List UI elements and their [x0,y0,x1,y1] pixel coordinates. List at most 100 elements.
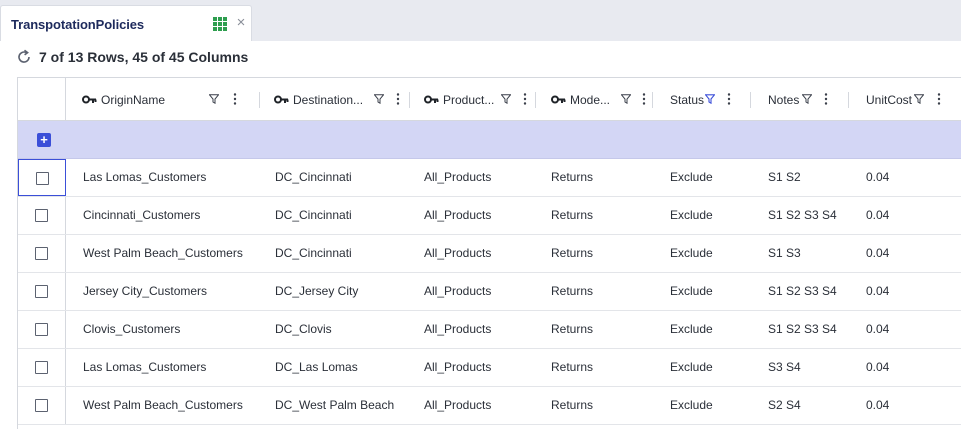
cell-notes[interactable]: S2 S4 [768,387,801,424]
cell-status[interactable]: Exclude [670,197,713,234]
column-header-mode[interactable]: Mode... [551,78,651,121]
cell-unit-cost[interactable]: 0.04 [866,387,889,424]
column-separator[interactable] [750,92,751,108]
cell-destination[interactable]: DC_Jersey City [275,273,358,310]
column-separator[interactable] [652,92,653,108]
cell-product[interactable]: All_Products [424,387,491,424]
filter-icon[interactable] [914,94,924,104]
cell-origin-name[interactable]: Cincinnati_Customers [83,197,200,234]
cell-unit-cost[interactable]: 0.04 [866,159,889,196]
cell-product[interactable]: All_Products [424,273,491,310]
row-select-cell[interactable] [18,159,66,196]
add-row-button[interactable]: + [37,133,51,147]
cell-status[interactable]: Exclude [670,273,713,310]
cell-destination[interactable]: DC_Cincinnati [275,159,352,196]
cell-product[interactable]: All_Products [424,197,491,234]
table-row[interactable]: West Palm Beach_Customers DC_West Palm B… [18,387,961,425]
column-separator[interactable] [259,92,260,108]
cell-origin-name[interactable]: Las Lomas_Customers [83,159,206,196]
table-row[interactable]: Las Lomas_Customers DC_Las Lomas All_Pro… [18,349,961,387]
table-row[interactable]: Jersey City_Customers DC_Jersey City All… [18,273,961,311]
cell-mode[interactable]: Returns [551,159,593,196]
column-separator[interactable] [409,92,410,108]
column-header-origin-name[interactable]: OriginName [82,78,257,121]
cell-origin-name[interactable]: Jersey City_Customers [83,273,207,310]
cell-destination[interactable]: DC_Cincinnati [275,197,352,234]
row-checkbox[interactable] [35,399,48,412]
filter-icon[interactable] [501,94,511,104]
cell-mode[interactable]: Returns [551,197,593,234]
column-header-product[interactable]: Product... [424,78,536,121]
tab-transportation-policies[interactable]: TranspotationPolicies × [0,5,252,41]
column-menu-icon[interactable] [727,93,731,105]
cell-product[interactable]: All_Products [424,235,491,272]
filter-icon[interactable] [802,94,812,104]
cell-destination[interactable]: DC_Cincinnati [275,235,352,272]
cell-destination[interactable]: DC_Clovis [275,311,332,348]
row-checkbox[interactable] [35,285,48,298]
cell-origin-name[interactable]: Clovis_Customers [83,311,180,348]
column-header-destination[interactable]: Destination... [274,78,409,121]
filter-active-icon[interactable] [705,94,715,104]
column-menu-icon[interactable] [523,93,527,105]
table-row[interactable]: Las Lomas_Customers DC_Cincinnati All_Pr… [18,159,961,197]
column-menu-icon[interactable] [233,93,237,105]
cell-unit-cost[interactable]: 0.04 [866,197,889,234]
column-menu-icon[interactable] [937,93,941,105]
cell-unit-cost[interactable]: 0.04 [866,235,889,272]
row-checkbox[interactable] [36,172,49,185]
cell-notes[interactable]: S1 S2 [768,159,801,196]
cell-mode[interactable]: Returns [551,349,593,386]
row-select-cell[interactable] [18,197,66,234]
column-header-status[interactable]: Status [670,78,750,121]
row-checkbox[interactable] [35,323,48,336]
row-select-cell[interactable] [18,387,66,424]
column-menu-icon[interactable] [642,93,646,105]
cell-notes[interactable]: S1 S2 S3 S4 [768,197,837,234]
close-icon[interactable]: × [234,14,248,32]
row-checkbox[interactable] [35,361,48,374]
cell-mode[interactable]: Returns [551,235,593,272]
cell-origin-name[interactable]: Las Lomas_Customers [83,349,206,386]
cell-unit-cost[interactable]: 0.04 [866,273,889,310]
column-header-notes[interactable]: Notes [768,78,848,121]
refresh-icon[interactable] [16,49,32,65]
row-select-cell[interactable] [18,349,66,386]
cell-status[interactable]: Exclude [670,387,713,424]
cell-unit-cost[interactable]: 0.04 [866,349,889,386]
cell-mode[interactable]: Returns [551,311,593,348]
column-header-unit-cost[interactable]: UnitCost [866,78,961,121]
cell-notes[interactable]: S1 S2 S3 S4 [768,273,837,310]
cell-product[interactable]: All_Products [424,159,491,196]
filter-icon[interactable] [621,94,631,104]
cell-notes[interactable]: S1 S2 S3 S4 [768,311,837,348]
cell-status[interactable]: Exclude [670,235,713,272]
row-select-cell[interactable] [18,273,66,310]
cell-origin-name[interactable]: West Palm Beach_Customers [83,235,243,272]
cell-status[interactable]: Exclude [670,311,713,348]
cell-status[interactable]: Exclude [670,159,713,196]
table-row[interactable]: West Palm Beach_Customers DC_Cincinnati … [18,235,961,273]
cell-origin-name[interactable]: West Palm Beach_Customers [83,387,243,424]
column-menu-icon[interactable] [824,93,828,105]
cell-notes[interactable]: S1 S3 [768,235,801,272]
table-row[interactable]: Clovis_Customers DC_Clovis All_Products … [18,311,961,349]
cell-mode[interactable]: Returns [551,273,593,310]
cell-status[interactable]: Exclude [670,349,713,386]
cell-destination[interactable]: DC_Las Lomas [275,349,358,386]
row-select-cell[interactable] [18,311,66,348]
row-checkbox[interactable] [35,209,48,222]
column-menu-icon[interactable] [396,93,400,105]
cell-product[interactable]: All_Products [424,349,491,386]
filter-icon[interactable] [209,94,219,104]
cell-destination[interactable]: DC_West Palm Beach [275,387,394,424]
filter-icon[interactable] [374,94,384,104]
column-separator[interactable] [848,92,849,108]
cell-product[interactable]: All_Products [424,311,491,348]
row-select-cell[interactable] [18,235,66,272]
row-checkbox[interactable] [35,247,48,260]
cell-notes[interactable]: S3 S4 [768,349,801,386]
cell-mode[interactable]: Returns [551,387,593,424]
cell-unit-cost[interactable]: 0.04 [866,311,889,348]
table-row[interactable]: Cincinnati_Customers DC_Cincinnati All_P… [18,197,961,235]
